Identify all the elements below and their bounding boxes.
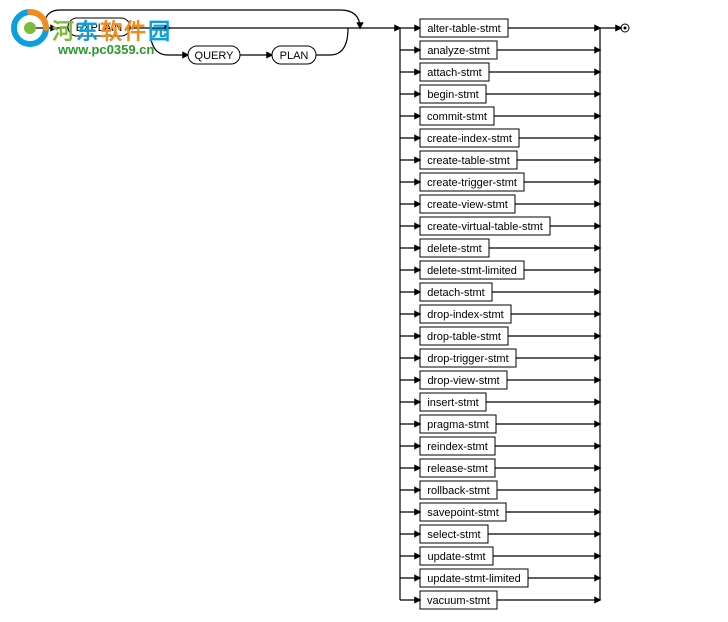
svg-text:pragma-stmt: pragma-stmt bbox=[427, 419, 489, 431]
svg-text:release-stmt: release-stmt bbox=[427, 463, 488, 475]
svg-text:QUERY: QUERY bbox=[195, 50, 235, 62]
svg-text:analyze-stmt: analyze-stmt bbox=[427, 45, 489, 57]
site-name-char-0: 河 bbox=[52, 19, 76, 44]
svg-text:vacuum-stmt: vacuum-stmt bbox=[427, 595, 490, 607]
svg-text:delete-stmt: delete-stmt bbox=[427, 243, 481, 255]
svg-text:create-table-stmt: create-table-stmt bbox=[427, 155, 510, 167]
svg-text:update-stmt-limited: update-stmt-limited bbox=[427, 573, 521, 585]
svg-text:detach-stmt: detach-stmt bbox=[427, 287, 484, 299]
svg-text:begin-stmt: begin-stmt bbox=[427, 89, 478, 101]
syntax-diagram: EXPLAIN QUERY PLAN alter-table-stmtanaly… bbox=[0, 0, 728, 622]
svg-text:commit-stmt: commit-stmt bbox=[427, 111, 487, 123]
svg-text:create-view-stmt: create-view-stmt bbox=[427, 199, 508, 211]
svg-text:alter-table-stmt: alter-table-stmt bbox=[427, 23, 500, 35]
statement-group: alter-table-stmt analyze-stmt attach-stmt b… bbox=[400, 19, 600, 609]
svg-text:savepoint-stmt: savepoint-stmt bbox=[427, 507, 499, 519]
svg-text:reindex-stmt: reindex-stmt bbox=[427, 441, 488, 453]
svg-text:create-virtual-table-stmt: create-virtual-table-stmt bbox=[427, 221, 543, 233]
svg-text:select-stmt: select-stmt bbox=[427, 529, 480, 541]
site-name-char-3: 件 bbox=[124, 19, 148, 44]
site-name-char-4: 园 bbox=[148, 19, 172, 44]
svg-text:drop-table-stmt: drop-table-stmt bbox=[427, 331, 501, 343]
svg-text:drop-index-stmt: drop-index-stmt bbox=[427, 309, 503, 321]
site-name-char-2: 软 bbox=[100, 19, 124, 44]
svg-text:create-trigger-stmt: create-trigger-stmt bbox=[427, 177, 517, 189]
svg-text:insert-stmt: insert-stmt bbox=[427, 397, 478, 409]
site-logo bbox=[10, 8, 50, 48]
svg-text:update-stmt: update-stmt bbox=[427, 551, 485, 563]
svg-text:drop-view-stmt: drop-view-stmt bbox=[427, 375, 499, 387]
svg-text:drop-trigger-stmt: drop-trigger-stmt bbox=[427, 353, 508, 365]
svg-text:rollback-stmt: rollback-stmt bbox=[427, 485, 489, 497]
site-name-char-1: 东 bbox=[76, 19, 100, 44]
svg-text:create-index-stmt: create-index-stmt bbox=[427, 133, 512, 145]
svg-text:delete-stmt-limited: delete-stmt-limited bbox=[427, 265, 517, 277]
svg-text:attach-stmt: attach-stmt bbox=[427, 67, 481, 79]
site-url: www.pc0359.cn bbox=[58, 42, 154, 57]
svg-text:PLAN: PLAN bbox=[280, 50, 309, 62]
